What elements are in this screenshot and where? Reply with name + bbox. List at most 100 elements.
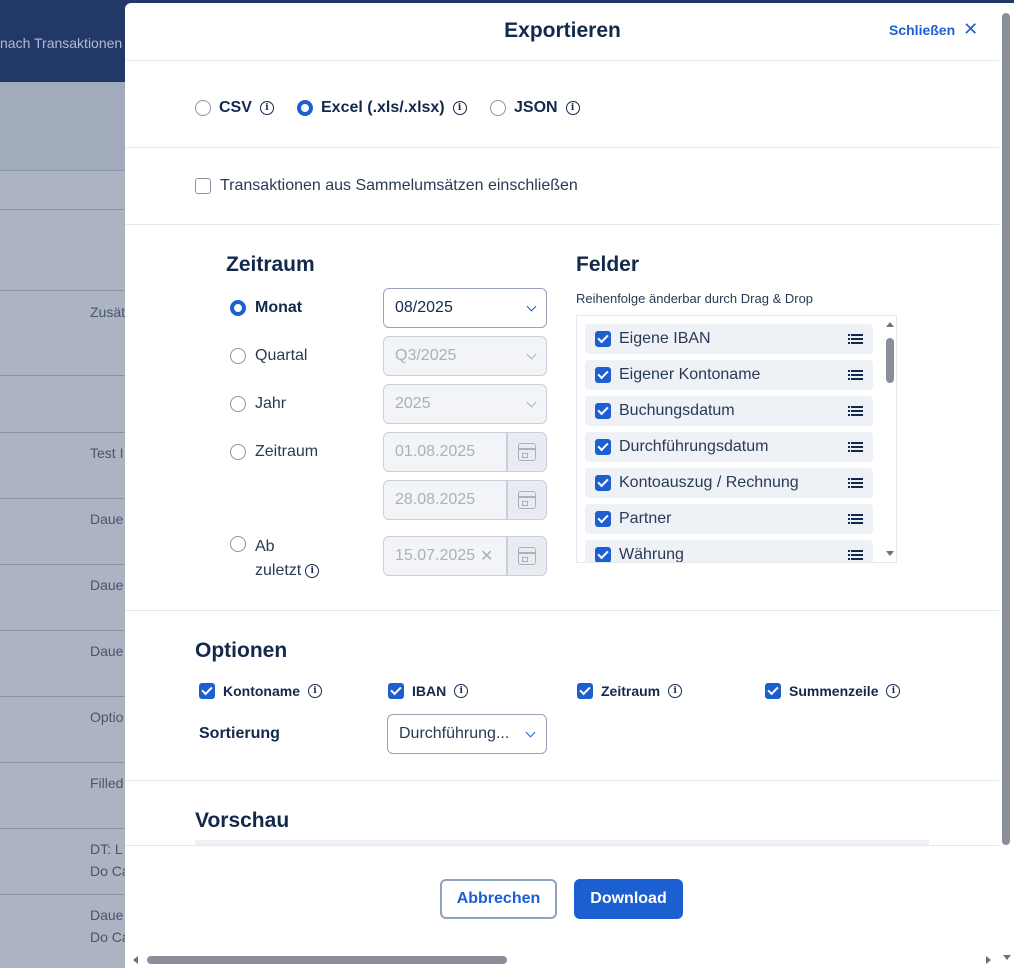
close-label: Schließen (889, 21, 956, 38)
sammel-checkbox-row[interactable]: Transaktionen aus Sammelumsätzen einschl… (195, 177, 578, 195)
felder-list[interactable]: Eigene IBAN Eigener Kontoname Buchungsda… (576, 315, 897, 563)
list-item[interactable]: Kontoauszug / Rechnung (585, 468, 873, 498)
felder-subtitle: Reihenfolge änderbar durch Drag & Drop (576, 291, 814, 306)
scroll-up-icon[interactable] (886, 322, 894, 327)
close-button[interactable]: Schließen ✕ (889, 19, 978, 40)
drag-handle-icon[interactable] (848, 442, 863, 452)
format-option-csv[interactable]: CSV i (195, 99, 274, 117)
list-item[interactable]: Partner (585, 504, 873, 534)
field-checkbox[interactable] (595, 547, 611, 562)
date-from-input[interactable]: 01.08.2025 (383, 432, 507, 472)
scrollbar-thumb[interactable] (1002, 13, 1010, 845)
list-item[interactable]: Währung (585, 540, 873, 562)
option-label: Summenzeile (789, 683, 879, 699)
iban-checkbox[interactable] (388, 683, 404, 699)
info-icon[interactable]: i (259, 101, 274, 115)
zuletzt-label: zuletzt (255, 562, 302, 579)
list-item[interactable]: Eigener Kontoname (585, 360, 873, 390)
quartal-select[interactable]: Q3/2025 (383, 336, 547, 376)
chevron-down-icon (526, 349, 537, 360)
radio-excel[interactable] (297, 100, 313, 116)
calendar-button[interactable] (507, 432, 547, 472)
drag-handle-icon[interactable] (848, 550, 863, 560)
info-icon[interactable]: i (305, 564, 320, 578)
option-label: Zeitraum (255, 443, 319, 460)
format-option-excel[interactable]: Excel (.xls/.xlsx) i (297, 99, 467, 117)
info-icon[interactable]: i (886, 684, 901, 698)
chevron-down-icon (526, 397, 537, 408)
zeitraum-option-zeitraum[interactable]: Zeitraum (230, 443, 318, 461)
radio-json[interactable] (490, 100, 506, 116)
radio-csv[interactable] (195, 100, 211, 116)
info-icon[interactable]: i (452, 101, 467, 115)
calendar-button[interactable] (507, 536, 547, 576)
format-option-json[interactable]: JSON i (490, 99, 580, 117)
info-icon[interactable]: i (454, 684, 469, 698)
calendar-icon (518, 491, 536, 509)
field-checkbox[interactable] (595, 511, 611, 527)
download-button[interactable]: Download (574, 879, 683, 919)
info-icon[interactable]: i (308, 684, 322, 698)
sortierung-select[interactable]: Durchführung... (387, 714, 547, 754)
scrollbar-thumb[interactable] (147, 956, 507, 964)
field-checkbox[interactable] (595, 439, 611, 455)
list-item[interactable]: Buchungsdatum (585, 396, 873, 426)
close-icon: ✕ (963, 19, 979, 39)
clear-icon[interactable]: ✕ (480, 546, 493, 566)
option-label: Kontoname (223, 683, 300, 699)
dialog-scrollbar-vertical[interactable] (999, 3, 1014, 953)
divider (125, 610, 999, 611)
sammel-checkbox[interactable] (195, 178, 211, 194)
drag-handle-icon[interactable] (848, 478, 863, 488)
drag-handle-icon[interactable] (848, 406, 863, 416)
scroll-right-icon[interactable] (986, 956, 991, 964)
jahr-select[interactable]: 2025 (383, 384, 547, 424)
field-checkbox[interactable] (595, 475, 611, 491)
scroll-down-icon[interactable] (886, 551, 894, 556)
field-checkbox[interactable] (595, 403, 611, 419)
field-checkbox[interactable] (595, 367, 611, 383)
list-item[interactable]: Durchführungsdatum (585, 432, 873, 462)
zeitraum-option-jahr[interactable]: Jahr (230, 395, 286, 413)
zeitraum-option-ab[interactable]: Ab zuletzt i (230, 535, 320, 583)
zeitraum-checkbox[interactable] (577, 683, 593, 699)
monat-select[interactable]: 08/2025 (383, 288, 547, 328)
option-label: Quartal (255, 347, 308, 364)
zuletzt-row: zuletzt i (255, 559, 320, 583)
ab-label-group: Ab zuletzt i (255, 535, 320, 583)
date-to-input[interactable]: 28.08.2025 (383, 480, 507, 520)
kontoname-checkbox[interactable] (199, 683, 215, 699)
scroll-down-icon[interactable] (1003, 955, 1011, 960)
radio-zeitraum[interactable] (230, 444, 246, 460)
radio-quartal[interactable] (230, 348, 246, 364)
quartal-value: Q3/2025 (395, 347, 457, 364)
felder-scrollbar[interactable] (883, 316, 896, 562)
summenzeile-checkbox[interactable] (765, 683, 781, 699)
zeitraum-option-quartal[interactable]: Quartal (230, 347, 307, 365)
cancel-button[interactable]: Abbrechen (440, 879, 557, 919)
option-summenzeile[interactable]: Summenzeile i (765, 683, 901, 699)
radio-ab[interactable] (230, 536, 246, 552)
list-item[interactable]: Eigene IBAN (585, 324, 873, 354)
scrollbar-thumb[interactable] (886, 338, 894, 383)
field-checkbox[interactable] (595, 331, 611, 347)
radio-jahr[interactable] (230, 396, 246, 412)
option-kontoname[interactable]: Kontoname i (199, 683, 322, 699)
option-label: Zeitraum (601, 683, 661, 699)
scroll-left-icon[interactable] (133, 956, 138, 964)
jahr-value: 2025 (395, 395, 431, 412)
drag-handle-icon[interactable] (848, 514, 863, 524)
calendar-icon (518, 547, 536, 565)
divider (125, 147, 999, 148)
monat-value: 08/2025 (395, 299, 453, 316)
calendar-button[interactable] (507, 480, 547, 520)
info-icon[interactable]: i (668, 684, 683, 698)
option-iban[interactable]: IBAN i (388, 683, 469, 699)
zeitraum-option-monat[interactable]: Monat (230, 299, 302, 317)
drag-handle-icon[interactable] (848, 334, 863, 344)
info-icon[interactable]: i (565, 101, 580, 115)
drag-handle-icon[interactable] (848, 370, 863, 380)
radio-monat[interactable] (230, 300, 246, 316)
dialog-scrollbar-horizontal[interactable] (125, 951, 999, 968)
option-zeitraum[interactable]: Zeitraum i (577, 683, 683, 699)
